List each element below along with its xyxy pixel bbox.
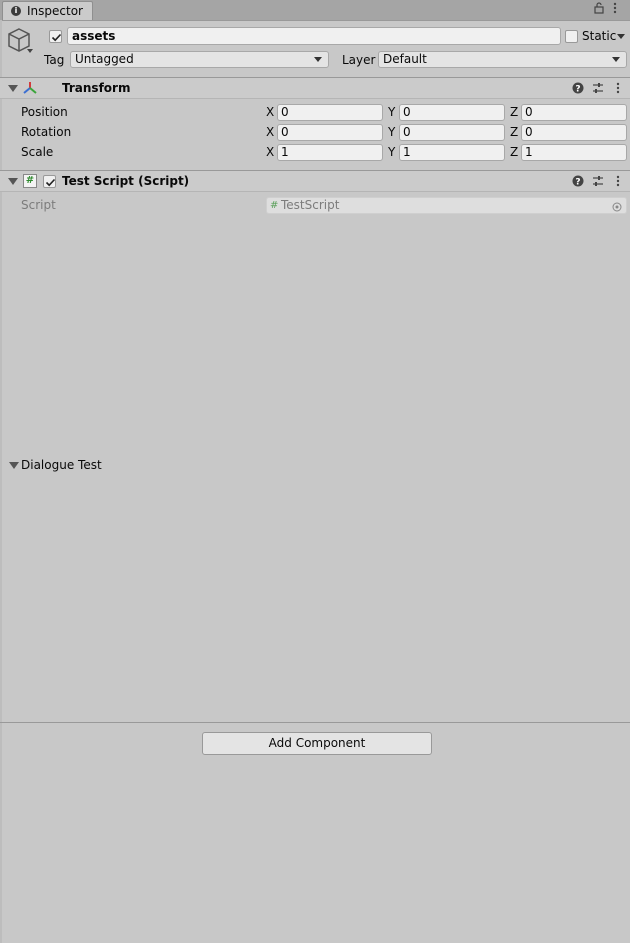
chevron-down-icon — [314, 57, 322, 62]
axis-x-label[interactable]: X — [266, 145, 274, 159]
layer-dropdown[interactable]: Default — [378, 51, 627, 68]
transform-title: Transform — [62, 81, 131, 95]
svg-text:?: ? — [575, 85, 580, 95]
object-picker-icon[interactable] — [612, 201, 622, 215]
kebab-menu-icon[interactable] — [613, 2, 617, 17]
position-z-field[interactable]: 0 — [521, 104, 627, 121]
script-enabled-checkbox[interactable] — [43, 175, 56, 188]
dialogue-test-foldout[interactable]: Dialogue Test — [21, 458, 102, 472]
tab-inspector-label: Inspector — [27, 4, 83, 18]
axis-x-label[interactable]: X — [266, 125, 274, 139]
help-icon[interactable]: ? — [572, 82, 584, 97]
script-value: TestScript — [281, 198, 340, 212]
axis-x-label[interactable]: X — [266, 105, 274, 119]
static-dropdown-icon[interactable] — [617, 34, 625, 39]
presets-icon[interactable] — [592, 82, 604, 97]
divider — [0, 191, 630, 192]
axis-z-label[interactable]: Z — [510, 145, 518, 159]
chevron-down-icon — [612, 57, 620, 62]
tag-value: Untagged — [75, 52, 134, 66]
axis-y-label[interactable]: Y — [388, 125, 395, 139]
tab-inspector[interactable]: i Inspector — [2, 1, 93, 20]
layer-value: Default — [383, 52, 427, 66]
axis-y-label[interactable]: Y — [388, 105, 395, 119]
script-object-field[interactable]: # TestScript — [266, 197, 627, 214]
component-menu-icon[interactable] — [616, 82, 620, 97]
divider — [0, 98, 630, 99]
rotation-label: Rotation — [21, 125, 72, 139]
scale-label: Scale — [21, 145, 54, 159]
divider — [0, 722, 630, 723]
script-file-icon: # — [270, 200, 279, 211]
rotation-z-field[interactable]: 0 — [521, 124, 627, 141]
rotation-x-field[interactable]: 0 — [277, 124, 383, 141]
static-checkbox[interactable] — [565, 30, 578, 43]
fold-arrow-icon[interactable] — [8, 178, 18, 185]
scale-y-field[interactable]: 1 — [399, 144, 505, 161]
position-x-field[interactable]: 0 — [277, 104, 383, 121]
active-checkbox[interactable] — [49, 30, 62, 43]
axis-z-label[interactable]: Z — [510, 105, 518, 119]
help-icon[interactable]: ? — [572, 175, 584, 190]
scale-z-field[interactable]: 1 — [521, 144, 627, 161]
static-label[interactable]: Static — [582, 29, 616, 43]
tag-label: Tag — [44, 53, 65, 67]
object-name-field[interactable]: assets — [67, 27, 561, 45]
panel-frame — [0, 20, 2, 943]
test-script-title: Test Script (Script) — [62, 174, 190, 188]
axis-y-label[interactable]: Y — [388, 145, 395, 159]
fold-arrow-icon[interactable] — [8, 85, 18, 92]
script-hash-icon: # — [23, 174, 37, 188]
layer-label: Layer — [342, 53, 376, 67]
cube-icon[interactable] — [8, 27, 34, 58]
svg-text:?: ? — [575, 178, 580, 188]
position-y-field[interactable]: 0 — [399, 104, 505, 121]
scale-x-field[interactable]: 1 — [277, 144, 383, 161]
tag-dropdown[interactable]: Untagged — [70, 51, 329, 68]
lock-icon[interactable] — [594, 2, 604, 17]
info-icon: i — [11, 6, 21, 16]
component-menu-icon[interactable] — [616, 175, 620, 190]
axis-z-label[interactable]: Z — [510, 125, 518, 139]
rotation-y-field[interactable]: 0 — [399, 124, 505, 141]
position-label: Position — [21, 105, 68, 119]
fold-arrow-icon[interactable] — [9, 462, 19, 469]
script-label: Script — [21, 198, 56, 212]
presets-icon[interactable] — [592, 175, 604, 190]
tab-bar — [0, 0, 630, 21]
add-component-button[interactable]: Add Component — [202, 732, 432, 755]
transform-icon — [23, 81, 37, 98]
